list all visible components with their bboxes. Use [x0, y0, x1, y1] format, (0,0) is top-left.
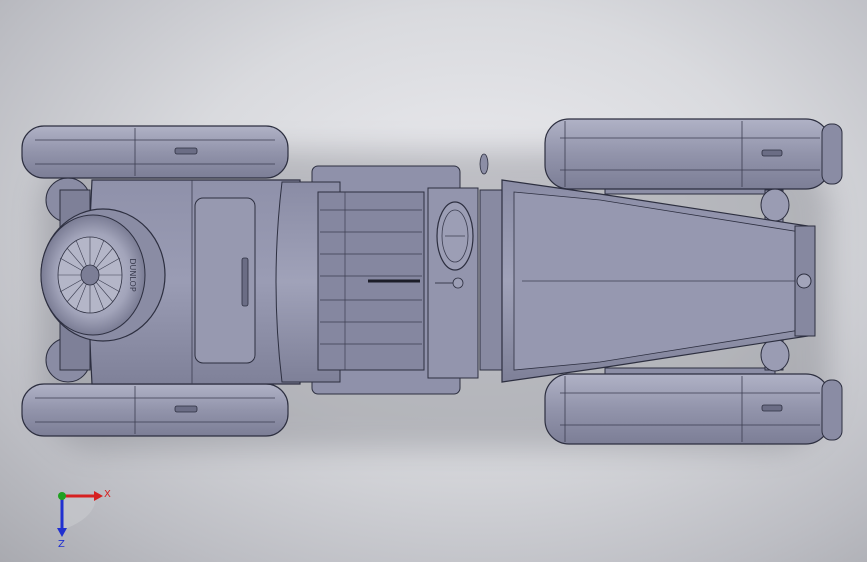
gear-knob [452, 277, 464, 289]
front-right-hub [760, 338, 790, 372]
y-axis-dot [58, 492, 66, 500]
x-axis-label: X [104, 489, 111, 500]
front-left-hub [760, 188, 790, 222]
windscreen-post [479, 153, 489, 175]
spare-wheel: DUNLOP [40, 208, 166, 342]
spare-tire-brand: DUNLOP [128, 258, 137, 291]
z-axis-head [57, 528, 67, 537]
triad-plane [62, 496, 96, 530]
front-left-tire [544, 118, 843, 190]
orientation-triad[interactable]: X Z [40, 478, 120, 548]
radiator-cap [796, 273, 812, 289]
graphics-viewport[interactable]: DUNLOP X Z [0, 0, 867, 562]
front-right-tire [544, 373, 843, 445]
z-axis-label: Z [58, 539, 65, 548]
x-axis-head [94, 491, 103, 501]
rear-right-tire [21, 383, 289, 437]
car-model-top-view[interactable]: DUNLOP [0, 0, 867, 562]
rear-left-tire [21, 125, 289, 179]
